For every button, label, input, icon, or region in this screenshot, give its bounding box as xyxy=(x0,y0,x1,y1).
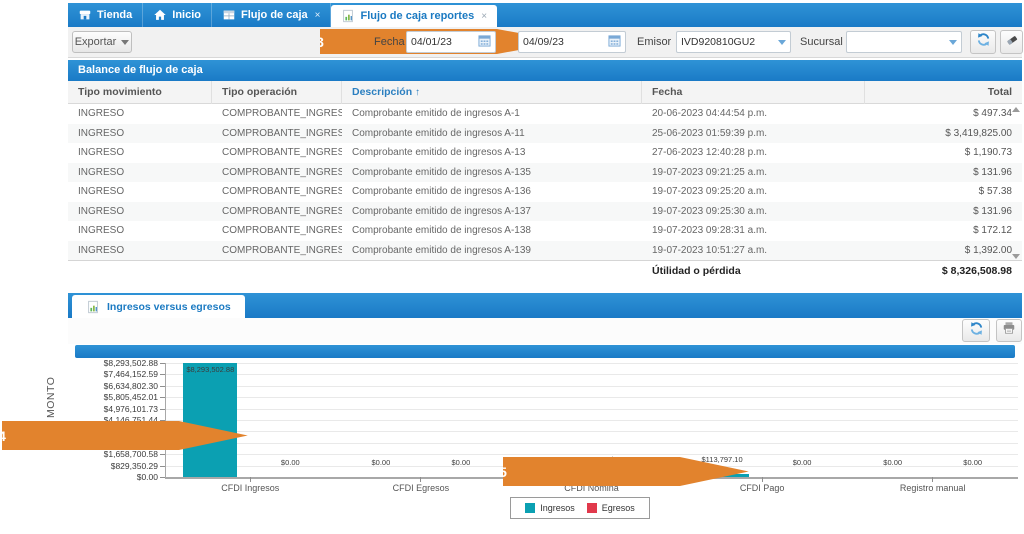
refresh-icon xyxy=(969,321,984,341)
emisor-select[interactable]: IVD920810GU2 xyxy=(676,31,791,53)
home-icon xyxy=(153,8,167,22)
total-row-label: Útilidad o pérdida xyxy=(642,261,865,282)
column-header-total[interactable]: Total xyxy=(865,81,1022,104)
bar-value-label: $0.00 xyxy=(793,458,812,467)
tab-flujo-de-caja-reportes[interactable]: Flujo de caja reportes × xyxy=(331,5,497,27)
bar-value-label: $113,797.10 xyxy=(702,455,743,464)
table-row[interactable]: INGRESOCOMPROBANTE_INGRESOComprobante em… xyxy=(68,182,1022,202)
chevron-down-icon xyxy=(778,40,786,45)
bar-value-label: $8,293,502.88 xyxy=(186,365,234,374)
cashflow-grid-icon xyxy=(222,8,236,22)
column-header-descripcion[interactable]: Descripción ↑ xyxy=(342,81,642,104)
tab-label: Tienda xyxy=(97,9,132,21)
tab-label: Flujo de caja reportes xyxy=(360,10,474,22)
chart-tab-bar: Ingresos versus egresos xyxy=(68,293,1022,318)
category-cfdi-egresos: $0.00 $0.00 xyxy=(336,363,507,477)
scroll-up-icon[interactable] xyxy=(1012,107,1020,112)
category-registro-manual: $0.00 $0.00 xyxy=(847,363,1018,477)
calendar-icon[interactable] xyxy=(608,34,621,50)
callout-number: 4 xyxy=(0,428,6,444)
date-to-input[interactable]: 04/09/23 xyxy=(518,31,626,53)
fecha-label: Fecha xyxy=(374,31,405,53)
report-chart-icon xyxy=(341,9,355,23)
category-cfdi-pago: $113,797.10 $0.00 xyxy=(677,363,848,477)
chart-refresh-button[interactable] xyxy=(962,319,990,342)
table-row[interactable]: INGRESOCOMPROBANTE_INGRESOComprobante em… xyxy=(68,143,1022,163)
table-row[interactable]: INGRESOCOMPROBANTE_INGRESOComprobante em… xyxy=(68,202,1022,222)
chart-tab-label: Ingresos versus egresos xyxy=(107,301,231,313)
main-tab-bar: Tienda Inicio Flujo de caja × Flujo de c… xyxy=(68,3,1022,27)
close-icon[interactable]: × xyxy=(315,10,321,21)
chart-toolbar xyxy=(68,318,1022,344)
table-row[interactable]: INGRESOCOMPROBANTE_INGRESOComprobante em… xyxy=(68,221,1022,241)
date-to-value: 04/09/23 xyxy=(523,36,608,48)
legend-item-egresos: Egresos xyxy=(587,503,635,513)
legend-item-ingresos: Ingresos xyxy=(525,503,575,513)
chevron-down-icon xyxy=(949,40,957,45)
chart-title-bar xyxy=(75,345,1015,358)
table-row[interactable]: INGRESOCOMPROBANTE_INGRESOComprobante em… xyxy=(68,241,1022,261)
refresh-icon xyxy=(976,32,991,52)
bar-value-label: $0.00 xyxy=(452,458,471,467)
date-from-value: 04/01/23 xyxy=(411,36,478,48)
bar-value-label: $0.00 xyxy=(883,458,902,467)
store-icon xyxy=(78,8,92,22)
chevron-down-icon xyxy=(121,40,129,45)
emisor-label: Emisor xyxy=(637,31,671,53)
tab-label: Flujo de caja xyxy=(241,9,308,21)
bar-value-label: $0.00 xyxy=(281,458,300,467)
tab-ingresos-versus-egresos[interactable]: Ingresos versus egresos xyxy=(72,295,245,318)
calendar-icon[interactable] xyxy=(478,34,491,50)
column-header-tipo-operacion[interactable]: Tipo operación xyxy=(212,81,342,104)
export-button[interactable]: Exportar xyxy=(72,31,132,53)
total-row-value: $ 8,326,508.98 xyxy=(865,261,1022,282)
chart-print-button[interactable] xyxy=(996,319,1022,342)
eraser-icon xyxy=(1005,33,1019,52)
refresh-button[interactable] xyxy=(970,30,996,54)
tab-label: Inicio xyxy=(172,9,201,21)
application-window: Tienda Inicio Flujo de caja × Flujo de c… xyxy=(0,0,1024,534)
bar-ingresos[interactable] xyxy=(183,363,237,477)
column-header-fecha[interactable]: Fecha xyxy=(642,81,865,104)
y-axis-tick-labels: $8,293,502.88 $7,464,152.59 $6,634,802.3… xyxy=(58,358,158,483)
table-row[interactable]: INGRESOCOMPROBANTE_INGRESOComprobante em… xyxy=(68,124,1022,144)
emisor-value: IVD920810GU2 xyxy=(681,36,778,48)
table-row[interactable]: INGRESOCOMPROBANTE_INGRESOComprobante em… xyxy=(68,163,1022,183)
bar-value-label: $0.00 xyxy=(963,458,982,467)
tab-tienda[interactable]: Tienda xyxy=(68,3,143,27)
tab-flujo-de-caja[interactable]: Flujo de caja × xyxy=(212,3,331,27)
tab-inicio[interactable]: Inicio xyxy=(143,3,212,27)
table-row[interactable]: INGRESOCOMPROBANTE_INGRESOComprobante em… xyxy=(68,104,1022,124)
sucursal-label: Sucursal xyxy=(800,31,843,53)
export-button-label: Exportar xyxy=(75,36,117,48)
legend-swatch-ingresos xyxy=(525,503,535,513)
table-panel-title: Balance de flujo de caja xyxy=(68,60,1022,81)
clear-filters-button[interactable] xyxy=(1000,30,1023,54)
sucursal-select[interactable] xyxy=(846,31,962,53)
close-icon[interactable]: × xyxy=(481,11,487,22)
legend-swatch-egresos xyxy=(587,503,597,513)
table-body: INGRESOCOMPROBANTE_INGRESOComprobante em… xyxy=(68,104,1022,260)
column-header-label: Descripción xyxy=(352,86,412,98)
table-header-row: Tipo movimiento Tipo operación Descripci… xyxy=(68,81,1022,104)
date-from-input[interactable]: 04/01/23 xyxy=(406,31,496,53)
report-chart-icon xyxy=(86,300,100,314)
bar-value-label: $0.00 xyxy=(372,458,391,467)
table-total-row: Útilidad o pérdida $ 8,326,508.98 xyxy=(68,260,1022,281)
scroll-down-icon[interactable] xyxy=(1012,254,1020,259)
y-axis-title: MONTO xyxy=(45,404,57,418)
printer-icon xyxy=(1002,321,1016,340)
category-cfdi-ingresos: $8,293,502.88 $0.00 xyxy=(165,363,336,477)
sort-ascending-icon: ↑ xyxy=(415,87,420,98)
chart-legend: Ingresos Egresos xyxy=(510,497,650,519)
column-header-tipo-movimiento[interactable]: Tipo movimiento xyxy=(68,81,212,104)
